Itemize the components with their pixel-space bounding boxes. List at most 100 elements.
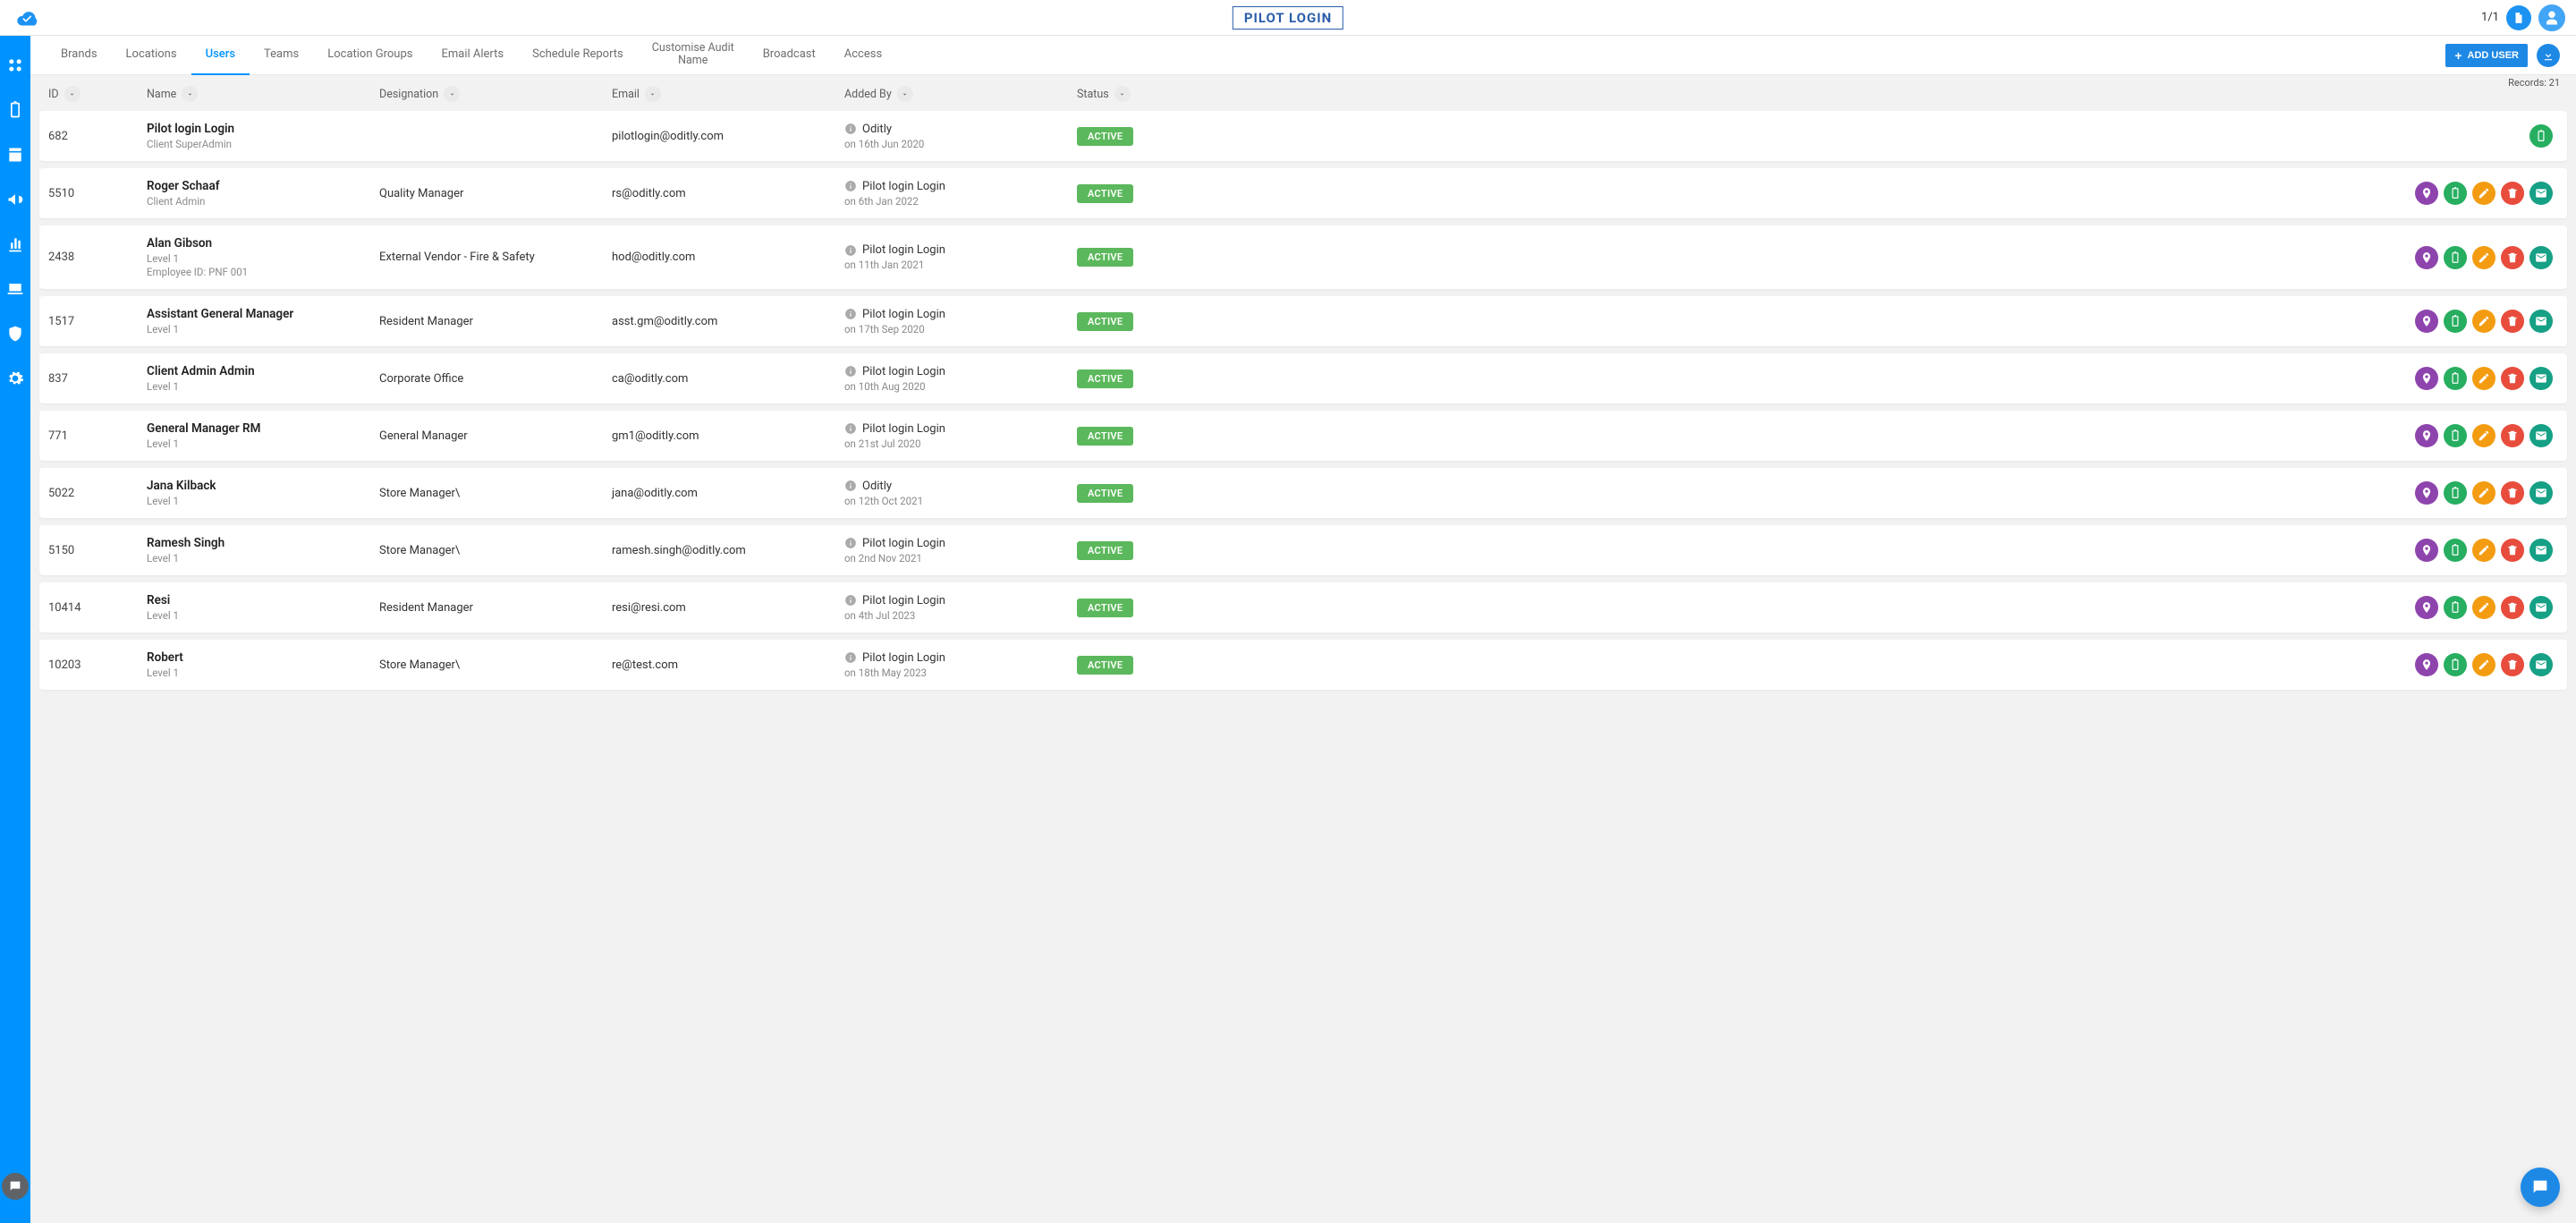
- added-on-date: on 4th Jul 2023: [844, 609, 1077, 622]
- action-del-button[interactable]: [2501, 367, 2524, 390]
- cell-status: ACTIVE: [1077, 484, 1274, 503]
- action-clip-button[interactable]: [2529, 124, 2553, 148]
- nav-analytics-icon[interactable]: [5, 234, 25, 254]
- action-edit-button[interactable]: [2472, 424, 2496, 447]
- action-mail-button[interactable]: [2529, 424, 2553, 447]
- action-edit-button[interactable]: [2472, 182, 2496, 205]
- action-mail-button[interactable]: [2529, 481, 2553, 505]
- status-badge: ACTIVE: [1077, 369, 1133, 388]
- tab-locations[interactable]: Locations: [112, 36, 191, 75]
- tab-schedule-reports[interactable]: Schedule Reports: [518, 36, 638, 75]
- filter-name[interactable]: [182, 86, 198, 102]
- action-loc-button[interactable]: [2415, 182, 2438, 205]
- action-del-button[interactable]: [2501, 539, 2524, 562]
- tab-location-groups[interactable]: Location Groups: [313, 36, 427, 75]
- mail-icon: [2535, 544, 2547, 556]
- action-loc-button[interactable]: [2415, 539, 2438, 562]
- nav-dashboard-icon[interactable]: [5, 55, 25, 75]
- action-loc-button[interactable]: [2415, 310, 2438, 333]
- action-loc-button[interactable]: [2415, 653, 2438, 676]
- nav-broadcast-icon[interactable]: [5, 190, 25, 209]
- page-indicator: 1/1: [2481, 11, 2499, 24]
- action-loc-button[interactable]: [2415, 246, 2438, 269]
- action-clip-button[interactable]: [2444, 246, 2467, 269]
- action-del-button[interactable]: [2501, 481, 2524, 505]
- cell-id: 771: [48, 429, 147, 443]
- action-clip-button[interactable]: [2444, 424, 2467, 447]
- info-icon: [844, 308, 857, 320]
- tab-brands[interactable]: Brands: [47, 36, 112, 75]
- action-edit-button[interactable]: [2472, 539, 2496, 562]
- action-mail-button[interactable]: [2529, 310, 2553, 333]
- table-row: 5510 Roger Schaaf Client Admin Quality M…: [39, 168, 2567, 218]
- tab-broadcast[interactable]: Broadcast: [749, 36, 830, 75]
- clipboard-icon: [2449, 658, 2462, 671]
- download-button[interactable]: [2537, 44, 2560, 67]
- action-del-button[interactable]: [2501, 424, 2524, 447]
- nav-shield-icon[interactable]: [5, 324, 25, 344]
- cell-added-by: Oditly on 16th Jun 2020: [844, 123, 1077, 150]
- clipboard-icon: [2449, 187, 2462, 200]
- action-mail-button[interactable]: [2529, 596, 2553, 619]
- delete-icon: [2506, 372, 2519, 385]
- action-loc-button[interactable]: [2415, 367, 2438, 390]
- info-icon: [844, 594, 857, 607]
- action-clip-button[interactable]: [2444, 596, 2467, 619]
- action-clip-button[interactable]: [2444, 182, 2467, 205]
- action-loc-button[interactable]: [2415, 481, 2438, 505]
- filter-email[interactable]: [645, 86, 661, 102]
- nav-clipboard-icon[interactable]: [5, 100, 25, 120]
- user-role: Level 1: [147, 252, 379, 265]
- action-clip-button[interactable]: [2444, 539, 2467, 562]
- action-mail-button[interactable]: [2529, 653, 2553, 676]
- filter-status[interactable]: [1114, 86, 1131, 102]
- action-del-button[interactable]: [2501, 596, 2524, 619]
- topbar: PILOT LOGIN 1/1: [0, 0, 2576, 36]
- filter-id[interactable]: [64, 86, 80, 102]
- action-loc-button[interactable]: [2415, 596, 2438, 619]
- action-del-button[interactable]: [2501, 310, 2524, 333]
- filter-designation[interactable]: [444, 86, 460, 102]
- tab-access[interactable]: Access: [830, 36, 896, 75]
- action-edit-button[interactable]: [2472, 310, 2496, 333]
- action-clip-button[interactable]: [2444, 367, 2467, 390]
- action-loc-button[interactable]: [2415, 424, 2438, 447]
- action-mail-button[interactable]: [2529, 182, 2553, 205]
- action-del-button[interactable]: [2501, 653, 2524, 676]
- action-del-button[interactable]: [2501, 182, 2524, 205]
- tab-teams[interactable]: Teams: [250, 36, 313, 75]
- action-clip-button[interactable]: [2444, 310, 2467, 333]
- action-mail-button[interactable]: [2529, 246, 2553, 269]
- filter-added-by[interactable]: [897, 86, 913, 102]
- user-name: Ramesh Singh: [147, 536, 379, 550]
- cell-added-by: Pilot login Login on 2nd Nov 2021: [844, 537, 1077, 565]
- tab-email-alerts[interactable]: Email Alerts: [427, 36, 518, 75]
- nav-settings-icon[interactable]: [5, 369, 25, 388]
- action-edit-button[interactable]: [2472, 596, 2496, 619]
- tab-users[interactable]: Users: [191, 36, 250, 75]
- nav-board-icon[interactable]: [5, 145, 25, 165]
- action-clip-button[interactable]: [2444, 653, 2467, 676]
- action-edit-button[interactable]: [2472, 367, 2496, 390]
- action-edit-button[interactable]: [2472, 481, 2496, 505]
- edit-icon: [2478, 372, 2490, 385]
- action-clip-button[interactable]: [2444, 481, 2467, 505]
- documents-button[interactable]: [2506, 5, 2531, 30]
- cell-status: ACTIVE: [1077, 599, 1274, 617]
- action-mail-button[interactable]: [2529, 367, 2553, 390]
- location-icon: [2420, 544, 2433, 556]
- status-badge: ACTIVE: [1077, 184, 1133, 203]
- profile-button[interactable]: [2538, 4, 2565, 31]
- help-chat-fab[interactable]: [2521, 1168, 2560, 1207]
- added-on-date: on 18th May 2023: [844, 667, 1077, 679]
- nav-chat-icon[interactable]: [2, 1173, 29, 1200]
- delete-icon: [2506, 187, 2519, 200]
- action-edit-button[interactable]: [2472, 653, 2496, 676]
- action-mail-button[interactable]: [2529, 539, 2553, 562]
- tab-customise-audit-name[interactable]: Customise AuditName: [638, 36, 749, 75]
- action-del-button[interactable]: [2501, 246, 2524, 269]
- add-user-button[interactable]: +ADD USER: [2445, 44, 2528, 67]
- cell-email: re@test.com: [612, 658, 844, 672]
- action-edit-button[interactable]: [2472, 246, 2496, 269]
- nav-laptop-icon[interactable]: [5, 279, 25, 299]
